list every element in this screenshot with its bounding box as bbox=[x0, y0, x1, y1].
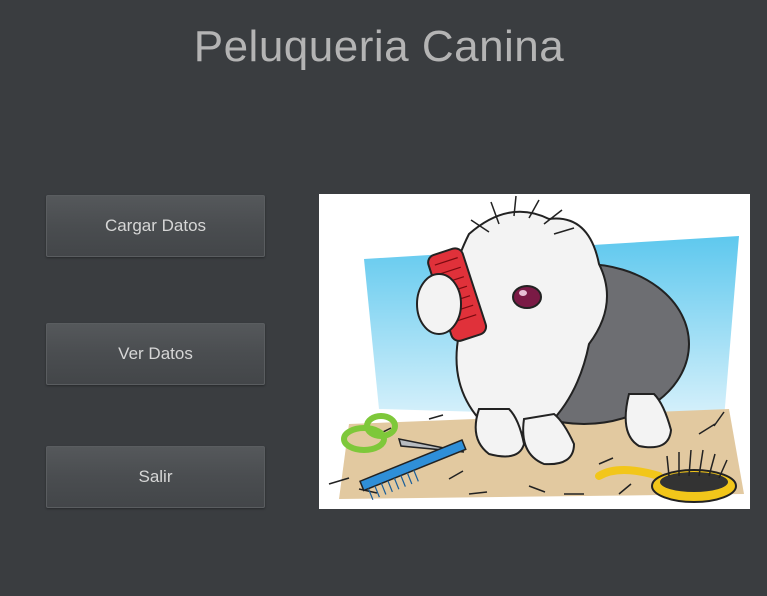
page-title: Peluqueria Canina bbox=[193, 22, 565, 71]
dog-paw bbox=[416, 273, 462, 335]
load-data-button-label: Cargar Datos bbox=[104, 216, 207, 235]
grooming-dog-illustration bbox=[328, 195, 744, 503]
dog-grooming-image bbox=[319, 194, 750, 509]
exit-button[interactable]: Salir bbox=[46, 446, 265, 508]
load-data-button[interactable]: Cargar Datos bbox=[46, 195, 265, 257]
view-data-button[interactable]: Ver Datos bbox=[46, 323, 265, 385]
exit-button-label: Salir bbox=[138, 467, 173, 486]
view-data-button-label: Ver Datos bbox=[118, 344, 193, 363]
dog-nose bbox=[512, 285, 542, 309]
